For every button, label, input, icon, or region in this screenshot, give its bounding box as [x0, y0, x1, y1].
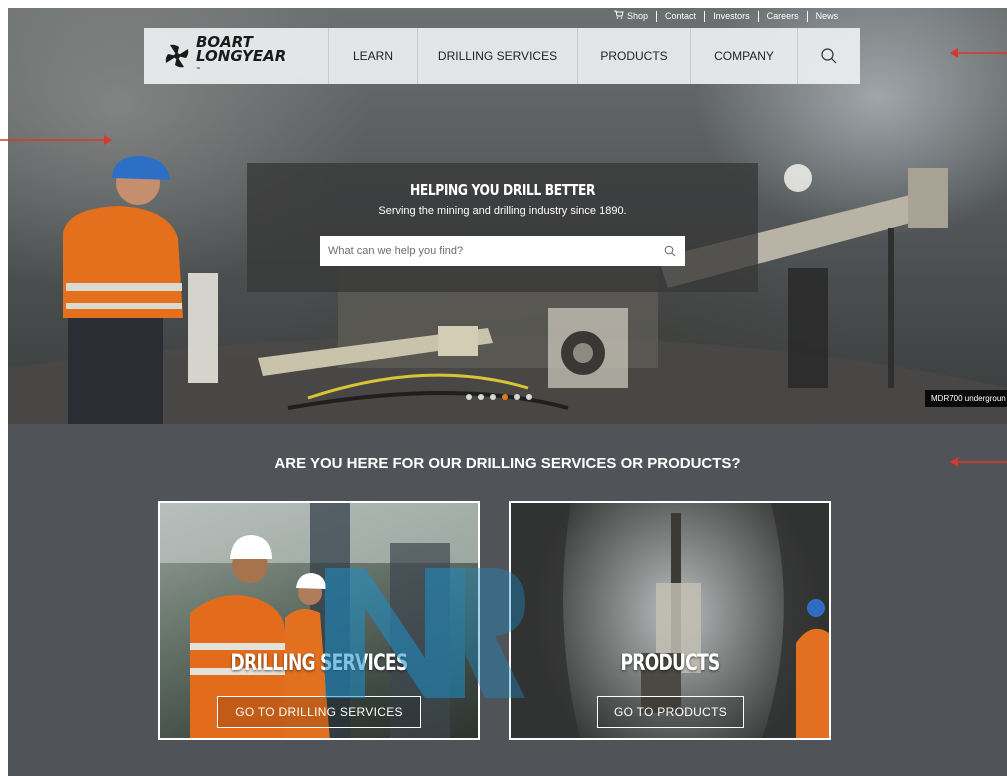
- hero-panel: HELPING YOU DRILL BETTER Serving the min…: [247, 163, 758, 292]
- cart-icon: [614, 10, 624, 22]
- nav-products[interactable]: PRODUCTS: [578, 28, 691, 84]
- carousel-dot[interactable]: [502, 394, 508, 400]
- utility-contact-link[interactable]: Contact: [656, 10, 704, 22]
- carousel-dots: [466, 394, 532, 400]
- nav-learn[interactable]: LEARN: [329, 28, 418, 84]
- hero-banner: Shop Contact Investors Careers News BOAR…: [8, 8, 1007, 424]
- go-to-drilling-services-button[interactable]: GO TO DRILLING SERVICES: [217, 696, 421, 728]
- logo-wordmark: BOART LONGYEAR ™: [196, 35, 286, 77]
- hero-caption: MDR700 undergroun: [925, 390, 1007, 407]
- utility-investors-link[interactable]: Investors: [704, 10, 758, 22]
- choice-section: ARE YOU HERE FOR OUR DRILLING SERVICES O…: [8, 424, 1007, 776]
- utility-careers-link[interactable]: Careers: [757, 10, 807, 22]
- annotation-arrow-bottom-right: [950, 457, 1007, 467]
- carousel-dot[interactable]: [466, 394, 472, 400]
- drilling-services-card[interactable]: DRILLING SERVICES GO TO DRILLING SERVICE…: [158, 501, 480, 740]
- carousel-dot[interactable]: [490, 394, 496, 400]
- page: Shop Contact Investors Careers News BOAR…: [0, 0, 1007, 776]
- nav-search-button[interactable]: [798, 28, 860, 84]
- hero-subtitle: Serving the mining and drilling industry…: [378, 205, 627, 217]
- carousel-dot[interactable]: [526, 394, 532, 400]
- search-icon: [821, 48, 837, 64]
- logo-trademark: ™: [196, 67, 201, 73]
- products-card-title: PRODUCTS: [620, 651, 721, 676]
- annotation-arrow-top-right: [950, 48, 1007, 58]
- carousel-dot[interactable]: [478, 394, 484, 400]
- go-to-products-button[interactable]: GO TO PRODUCTS: [597, 696, 744, 728]
- carousel-dot[interactable]: [514, 394, 520, 400]
- utility-shop-link[interactable]: Shop: [614, 10, 656, 22]
- logo[interactable]: BOART LONGYEAR ™: [144, 28, 329, 84]
- utility-shop-label: Shop: [627, 11, 649, 21]
- hero-search-box: [320, 236, 685, 266]
- main-nav: BOART LONGYEAR ™ LEARN DRILLING SERVICES …: [144, 28, 860, 84]
- utility-nav: Shop Contact Investors Careers News: [614, 10, 846, 22]
- hero-search-input[interactable]: [320, 237, 655, 265]
- logo-mark-icon: [165, 44, 189, 68]
- products-card[interactable]: PRODUCTS GO TO PRODUCTS: [509, 501, 831, 740]
- section-heading: ARE YOU HERE FOR OUR DRILLING SERVICES O…: [274, 455, 741, 472]
- search-icon: [664, 245, 676, 257]
- utility-news-link[interactable]: News: [806, 10, 847, 22]
- hero-search-button[interactable]: [655, 245, 685, 257]
- annotation-arrow-left: [0, 135, 112, 145]
- nav-drilling-services[interactable]: DRILLING SERVICES: [418, 28, 578, 84]
- hero-title: HELPING YOU DRILL BETTER: [409, 181, 596, 199]
- drilling-services-card-title: DRILLING SERVICES: [230, 651, 409, 676]
- logo-line-2: LONGYEAR: [196, 47, 287, 65]
- nav-company[interactable]: COMPANY: [691, 28, 798, 84]
